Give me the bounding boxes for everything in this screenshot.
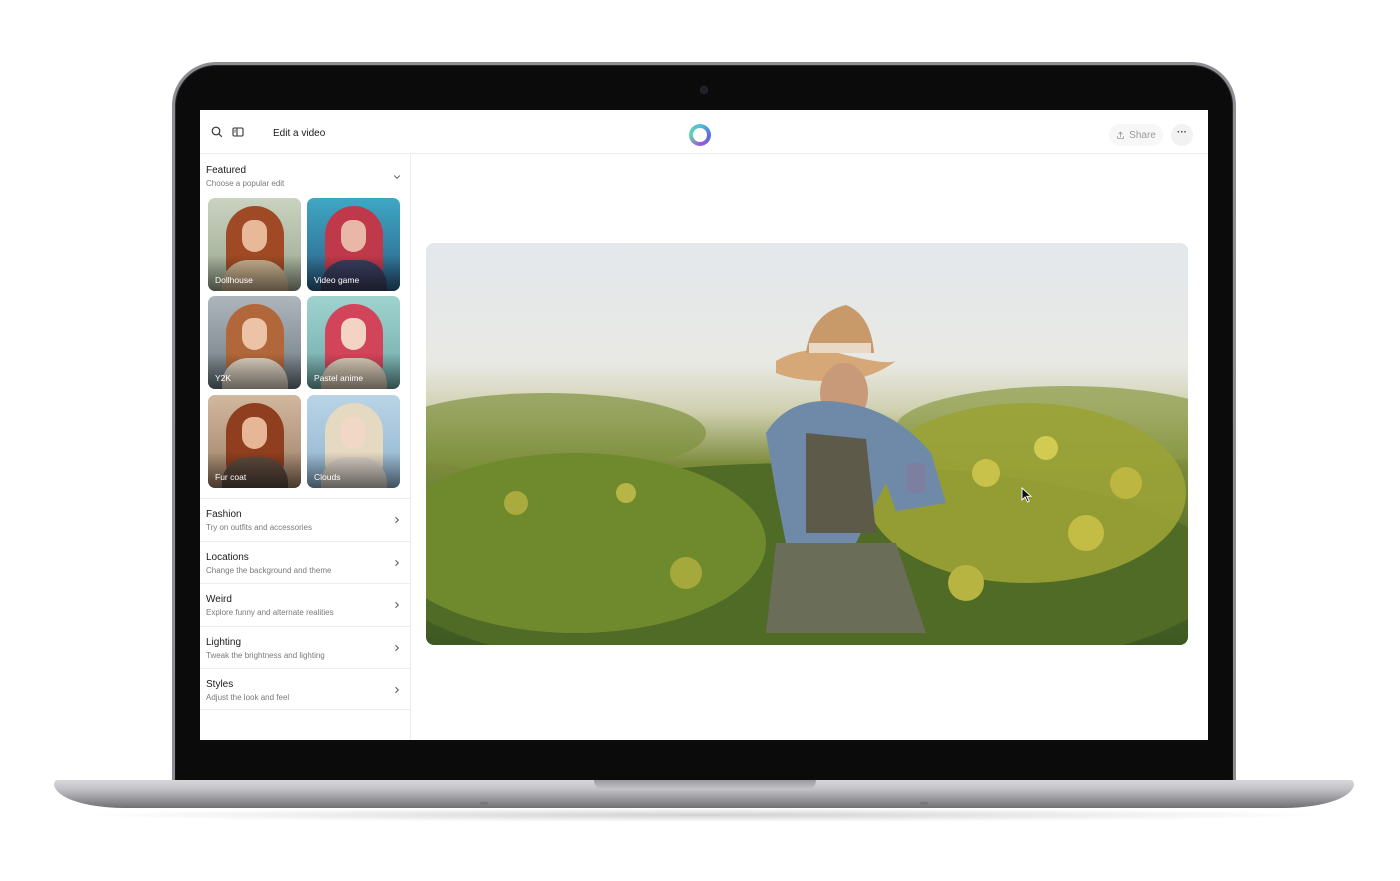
category-locations[interactable]: Locations Change the background and them… (200, 541, 410, 583)
tile-label: Video game (314, 275, 360, 285)
chevron-right-icon (395, 602, 400, 608)
category-styles[interactable]: Styles Adjust the look and feel (200, 668, 410, 710)
top-bar: Edit a video Share ··· (200, 110, 1208, 154)
tile-video-game[interactable]: Video game (307, 198, 400, 291)
featured-title: Featured (206, 165, 247, 176)
upload-icon (1117, 131, 1124, 139)
video-frame (426, 305, 1188, 645)
category-subtitle: Change the background and theme (206, 566, 332, 575)
category-title: Weird (206, 594, 232, 605)
category-lighting[interactable]: Lighting Tweak the brightness and lighti… (200, 626, 410, 668)
page-title: Edit a video (273, 128, 326, 139)
category-subtitle: Adjust the look and feel (206, 693, 290, 702)
category-weird[interactable]: Weird Explore funny and alternate realit… (200, 583, 410, 625)
category-subtitle: Try on outfits and accessories (206, 523, 312, 532)
tile-y2k[interactable]: Y2K (208, 296, 301, 389)
featured-subtitle: Choose a popular edit (206, 179, 285, 188)
tile-dollhouse[interactable]: Dollhouse (208, 198, 301, 291)
featured-section-header[interactable]: Featured Choose a popular edit (206, 164, 406, 194)
search-icon[interactable] (210, 125, 224, 139)
chevron-down-icon[interactable] (392, 172, 402, 182)
category-title: Locations (206, 552, 249, 563)
tile-label: Dollhouse (215, 275, 253, 285)
chevron-right-icon (395, 517, 400, 523)
category-fashion[interactable]: Fashion Try on outfits and accessories (200, 498, 410, 540)
category-subtitle: Explore funny and alternate realities (206, 608, 334, 617)
tile-label: Fur coat (215, 472, 247, 482)
category-title: Fashion (206, 509, 242, 520)
tile-fur-coat[interactable]: Fur coat (208, 395, 301, 488)
tile-label: Y2K (215, 373, 232, 383)
app-screen: Edit a video Share ··· Featured Choose a… (200, 110, 1208, 740)
laptop-hinge-notch (594, 780, 816, 790)
tile-label: Clouds (314, 472, 341, 482)
mouse-cursor-icon (1021, 487, 1033, 503)
laptop-shadow (70, 808, 1338, 822)
app-logo (689, 124, 711, 146)
sidebar-toggle-icon[interactable] (231, 125, 245, 139)
laptop-foot (480, 802, 488, 805)
category-title: Styles (206, 679, 234, 690)
tile-clouds[interactable]: Clouds (307, 395, 400, 488)
camera-icon (701, 87, 707, 93)
chevron-right-icon (395, 687, 400, 693)
tile-label: Pastel anime (314, 373, 364, 383)
chevron-right-icon (395, 560, 400, 566)
category-subtitle: Tweak the brightness and lighting (206, 651, 325, 660)
featured-grid: Dollhouse Video game Y2K Pastel anime Fu… (208, 198, 400, 488)
chevron-right-icon (395, 645, 400, 651)
sidebar: Featured Choose a popular edit Dollhouse… (200, 154, 411, 740)
video-preview[interactable] (426, 243, 1188, 645)
share-button[interactable]: Share (1109, 124, 1163, 146)
laptop-foot (920, 802, 928, 805)
share-button-label: Share (1129, 129, 1156, 141)
more-options-button[interactable]: ··· (1171, 124, 1193, 146)
category-title: Lighting (206, 637, 242, 648)
tile-pastel-anime[interactable]: Pastel anime (307, 296, 400, 389)
